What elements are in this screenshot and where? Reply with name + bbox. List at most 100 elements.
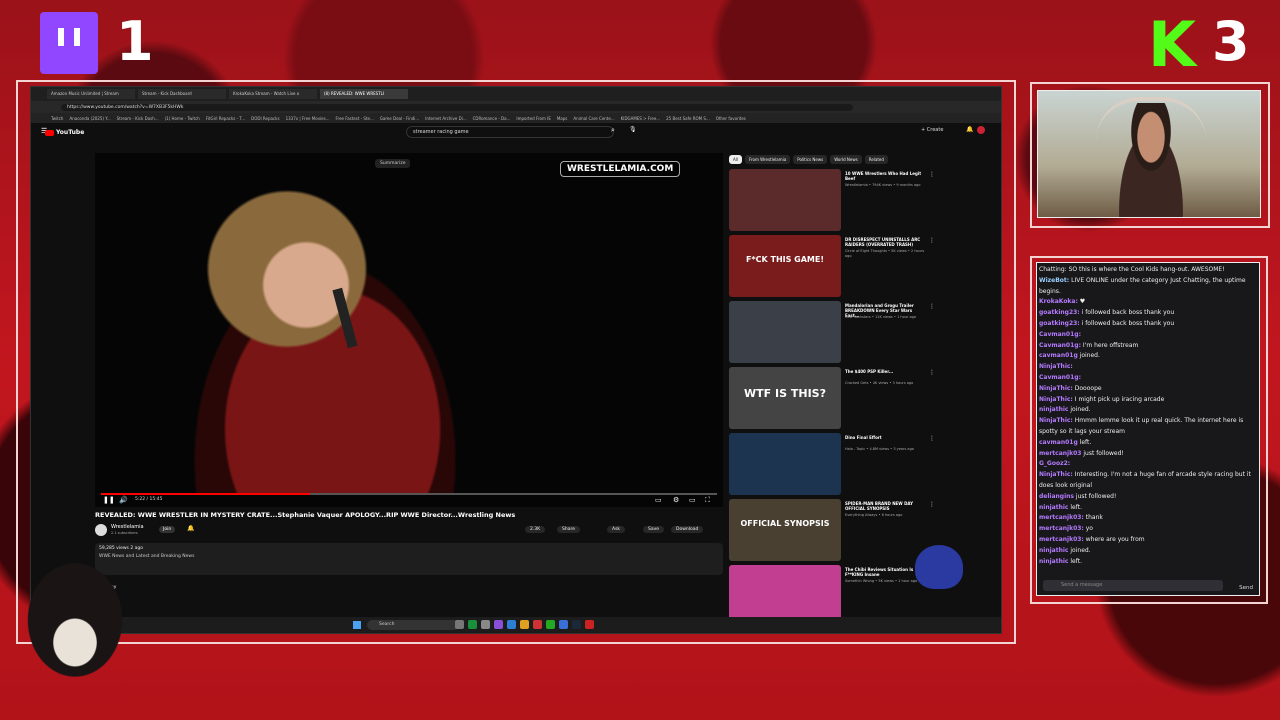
bookmark-item[interactable]: Other favorites bbox=[716, 116, 746, 121]
filter-chip[interactable]: From Wrestlelamia bbox=[744, 155, 791, 164]
chat-username[interactable]: ninjathic bbox=[1039, 406, 1068, 413]
more-options-icon[interactable]: ⋮ bbox=[929, 171, 935, 178]
action-button[interactable]: Ask bbox=[607, 526, 626, 533]
video-thumbnail[interactable]: OFFICIAL SYNOPSIS bbox=[729, 499, 841, 561]
recommendation-item[interactable]: F*CK THIS GAME! DR DISRESPECT UNINSTALLS … bbox=[729, 235, 989, 301]
volume-icon[interactable]: 🔊 bbox=[119, 496, 128, 504]
filter-chip[interactable]: Related bbox=[864, 155, 888, 164]
chat-username[interactable]: Cavman01g: bbox=[1039, 331, 1081, 338]
bookmark-item[interactable]: Imported From IE bbox=[516, 116, 550, 121]
action-button[interactable]: Save bbox=[643, 526, 665, 533]
bookmark-item[interactable]: Game Deal - Findi... bbox=[380, 116, 419, 121]
bookmark-item[interactable]: 1337x | Free Movies... bbox=[286, 116, 330, 121]
chat-username[interactable]: NinjaThic: bbox=[1039, 363, 1073, 370]
channel-avatar[interactable] bbox=[95, 524, 107, 536]
bookmark-item[interactable]: Animal Care Cente... bbox=[573, 116, 614, 121]
search-input[interactable]: streamer racing game bbox=[406, 126, 614, 138]
edge-icon[interactable] bbox=[507, 620, 516, 629]
bookmark-item[interactable]: 25 Best Safe ROM S... bbox=[666, 116, 710, 121]
taskbar-search[interactable]: Search bbox=[367, 620, 459, 630]
bookmark-item[interactable]: Internet Archive Di... bbox=[425, 116, 466, 121]
chat-username[interactable]: goatking23: bbox=[1039, 309, 1080, 316]
more-options-icon[interactable]: ⋮ bbox=[929, 303, 935, 310]
chat-input[interactable]: Send a message bbox=[1043, 580, 1223, 591]
chat-username[interactable]: cavman01g bbox=[1039, 439, 1078, 446]
create-button[interactable]: + Create bbox=[921, 127, 943, 133]
browser-tab[interactable]: Stream - Kick Dashboard bbox=[138, 89, 226, 99]
chat-username[interactable]: G_Gooz2: bbox=[1039, 460, 1070, 467]
browser-tab[interactable]: (8) REVEALED: WWE WRESTLI bbox=[320, 89, 408, 99]
kick-app-icon[interactable] bbox=[546, 620, 555, 629]
search-icon[interactable]: ⌕ bbox=[611, 126, 615, 135]
filter-chip[interactable]: World News bbox=[830, 155, 862, 164]
video-player[interactable]: Summarize WRESTLELAMIA.COM ❚❚ 🔊 5:22 / 1… bbox=[95, 153, 723, 507]
theater-icon[interactable]: ▭ bbox=[689, 496, 696, 504]
explorer-icon[interactable] bbox=[520, 620, 529, 629]
xbox-icon[interactable] bbox=[468, 620, 477, 629]
bookmark-item[interactable]: KIDGAMES > Free... bbox=[621, 116, 660, 121]
avatar[interactable] bbox=[977, 126, 985, 134]
recommendation-title[interactable]: The Chibi Reviews Situation Is F**KING I… bbox=[845, 567, 925, 577]
recommendation-title[interactable]: 10 WWE Wrestlers Who Had Legit Beef bbox=[845, 171, 925, 181]
chat-username[interactable]: cavman01g bbox=[1039, 352, 1078, 359]
chat-username[interactable]: goatking23: bbox=[1039, 320, 1080, 327]
filter-chip[interactable]: All bbox=[729, 155, 742, 164]
url-field[interactable]: https://www.youtube.com/watch?v=W7XB3F5k… bbox=[61, 103, 853, 111]
recommendation-title[interactable]: Dino Final Effort bbox=[845, 435, 925, 440]
bookmark-item[interactable]: CDRomance - Da... bbox=[473, 116, 511, 121]
more-options-icon[interactable]: ⋮ bbox=[929, 501, 935, 508]
notifications-icon[interactable]: 🔔 bbox=[966, 126, 973, 133]
fullscreen-icon[interactable]: ⛶ bbox=[705, 496, 710, 505]
steam-icon[interactable] bbox=[572, 620, 581, 629]
send-button[interactable]: Send bbox=[1239, 585, 1253, 591]
chat-username[interactable]: NinjaThic: bbox=[1039, 471, 1073, 478]
action-button[interactable]: Share bbox=[557, 526, 580, 533]
recommendation-item[interactable]: 10 WWE Wrestlers Who Had Legit Beef Wrest… bbox=[729, 169, 989, 235]
discord-icon[interactable] bbox=[494, 620, 503, 629]
video-thumbnail[interactable] bbox=[729, 169, 841, 231]
video-thumbnail[interactable]: F*CK THIS GAME! bbox=[729, 235, 841, 297]
video-thumbnail[interactable] bbox=[729, 433, 841, 495]
recommendation-item[interactable]: WTF IS THIS? The $400 PSP Killer... Cracke… bbox=[729, 367, 989, 433]
youtube-app-icon[interactable] bbox=[585, 620, 594, 629]
chat-username[interactable]: KrokaKoka: bbox=[1039, 298, 1078, 305]
bookmark-item[interactable]: FitGirl Repacks - T... bbox=[206, 116, 245, 121]
more-options-icon[interactable]: ⋮ bbox=[929, 237, 935, 244]
action-button[interactable]: 2.3K bbox=[525, 526, 546, 533]
chat-username[interactable]: Cavman01g: bbox=[1039, 374, 1081, 381]
bookmark-item[interactable]: Free Fastest - Ste... bbox=[336, 116, 374, 121]
captions-icon[interactable]: ▭ bbox=[655, 496, 662, 504]
chat-username[interactable]: mertcanjk03: bbox=[1039, 514, 1084, 521]
chat-username[interactable]: ninjathic bbox=[1039, 504, 1068, 511]
browser-tab[interactable]: Amazon Music Unlimited | Stream bbox=[47, 89, 135, 99]
recommendation-item[interactable]: Mandalorian and Grogu Trailer BREAKDOWN … bbox=[729, 301, 989, 367]
recommendation-item[interactable]: Dino Final Effort Halo - Topic • 4.8M vie… bbox=[729, 433, 989, 499]
description-box[interactable]: 59,285 views 2 ago WWE News and Latest a… bbox=[95, 543, 723, 575]
bookmark-item[interactable]: Maps bbox=[557, 116, 568, 121]
chat-username[interactable]: NinjaThic: bbox=[1039, 396, 1073, 403]
app-icon[interactable] bbox=[533, 620, 542, 629]
recommendation-title[interactable]: The $400 PSP Killer... bbox=[845, 369, 925, 374]
chat-username[interactable]: ninjathic bbox=[1039, 547, 1068, 554]
browser-tab[interactable]: KrokaKoka Stream - Watch Live o bbox=[229, 89, 317, 99]
more-options-icon[interactable]: ⋮ bbox=[929, 369, 935, 376]
chat-username[interactable]: NinjaThic: bbox=[1039, 417, 1073, 424]
chat-username[interactable]: mertcanjk03: bbox=[1039, 525, 1084, 532]
join-button[interactable]: Join bbox=[159, 526, 176, 533]
chat-username[interactable]: ninjathic bbox=[1039, 558, 1068, 565]
chat-username[interactable]: deliangins bbox=[1039, 493, 1074, 500]
bookmark-item[interactable]: DODI Repacks bbox=[251, 116, 279, 121]
action-button[interactable]: Download bbox=[671, 526, 704, 533]
bookmark-item[interactable]: Twitch bbox=[51, 116, 63, 121]
bell-icon[interactable]: 🔔 bbox=[187, 525, 194, 532]
chat-username[interactable]: Cavman01g: bbox=[1039, 342, 1081, 349]
chat-username[interactable]: mertcanjk03 bbox=[1039, 450, 1081, 457]
mic-icon[interactable]: 🎙 bbox=[629, 126, 637, 133]
filter-chip[interactable]: Politics News bbox=[793, 155, 828, 164]
settings-icon[interactable]: ⚙ bbox=[673, 496, 679, 504]
bookmark-item[interactable]: Stream - Kick Dash... bbox=[117, 116, 159, 121]
windows-start-icon[interactable] bbox=[353, 621, 361, 629]
bookmark-item[interactable]: (1) Home - Twitch bbox=[165, 116, 200, 121]
pause-icon[interactable]: ❚❚ bbox=[103, 496, 115, 504]
channel-name[interactable]: Wrestlelamia bbox=[111, 524, 144, 530]
